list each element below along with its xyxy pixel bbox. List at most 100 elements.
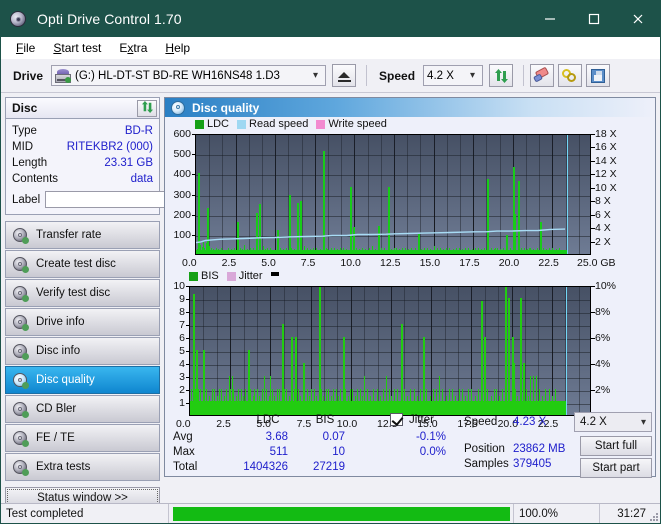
y2-axis-tick <box>591 214 595 216</box>
y2-axis-tick <box>591 147 595 149</box>
disc-icon <box>13 256 29 273</box>
disc-icon <box>171 100 185 115</box>
jitter-range-marker <box>270 272 279 276</box>
start-full-button[interactable]: Start full <box>580 436 652 456</box>
sidebar-item-label: Create test disc <box>36 258 116 270</box>
stats-panel: LDC BIS Jitter Avg 3.68 0.07 -0.1% Max 5… <box>165 410 655 478</box>
save-button[interactable] <box>586 64 611 87</box>
legend-entry: Jitter <box>226 270 263 282</box>
drive-select-value: (G:) HL-DT-ST BD-RE WH16NS48 1.D3 <box>75 69 280 82</box>
sidebar-item-create-test-disc[interactable]: Create test disc <box>5 250 160 278</box>
sidebar-item-cd-bler[interactable]: CD Bler <box>5 395 160 423</box>
stats-total-bis: 27219 <box>313 461 345 473</box>
y-axis-tick-label: 5 <box>179 345 185 357</box>
disc-row-type: Type BD-R <box>12 123 153 139</box>
chevron-down-icon: ▾ <box>640 416 646 428</box>
sidebar-item-extra-tests[interactable]: Extra tests <box>5 453 160 481</box>
eject-button[interactable] <box>332 64 357 87</box>
ldc-chart-legend: LDC Read speed Write speed <box>195 118 391 130</box>
close-icon[interactable] <box>616 1 660 37</box>
y-axis-tick <box>186 403 189 404</box>
y2-axis-tick <box>591 201 595 203</box>
sidebar-item-label: FE / TE <box>36 432 75 444</box>
minimize-icon[interactable] <box>528 1 572 37</box>
jitter-checkbox[interactable] <box>390 413 403 426</box>
sidebar-item-verify-test-disc[interactable]: Verify test disc <box>5 279 160 307</box>
status-message: Test completed <box>1 503 169 523</box>
stats-avg-jitter: -0.1% <box>415 431 446 443</box>
test-speed-select[interactable]: 4.2 X ▾ <box>574 412 652 432</box>
eject-icon <box>338 72 351 78</box>
menu-help[interactable]: Help <box>156 39 199 57</box>
sidebar-item-drive-info[interactable]: Drive info <box>5 308 160 336</box>
stats-max-jitter: 0.0% <box>419 446 446 458</box>
disc-row-value: BD-R <box>124 125 153 137</box>
stats-row-total-label: Total <box>173 461 198 473</box>
y-axis-tick <box>186 377 189 378</box>
menu-extra[interactable]: Extra <box>110 39 156 57</box>
y-axis-tick-label: 7 <box>179 319 185 331</box>
y2-axis-tick-label: 6 X <box>595 208 611 221</box>
sidebar-item-disc-quality[interactable]: Disc quality <box>5 366 160 394</box>
y2-axis-tick <box>591 241 595 243</box>
y-axis-tick-label: 10 <box>173 280 185 292</box>
bis-chart: BIS Jitter 1 2 3 4 5 6 7 8 9 10 2% 4% 6% 8% 10% 0.0 2.5 5.… <box>165 269 655 430</box>
y-axis-tick-label: 500 <box>173 148 191 161</box>
position-stat-value: 23862 MB <box>513 443 566 455</box>
x-axis-tick-label: 10.0 <box>340 257 361 269</box>
disc-refresh-button[interactable] <box>137 100 157 117</box>
legend-label: Read speed <box>249 118 309 130</box>
y2-axis-tick <box>591 312 595 313</box>
menu-file[interactable]: FFileile <box>7 39 44 57</box>
sidebar-item-transfer-rate[interactable]: Transfer rate <box>5 221 160 249</box>
speed-select[interactable]: 4.2 X ▾ <box>423 65 484 86</box>
progress-percent: 100.0% <box>514 503 600 523</box>
sidebar-item-disc-info[interactable]: Disc info <box>5 337 160 365</box>
legend-entry: Read speed <box>237 118 308 130</box>
erase-button[interactable] <box>530 64 555 87</box>
window-title: Opti Drive Control 1.70 <box>37 11 182 27</box>
start-part-button[interactable]: Start part <box>580 458 652 478</box>
disc-row-contents: Contents data <box>12 171 153 187</box>
y2-axis-tick-label: 16 X <box>595 141 617 154</box>
menu-bar: FFileile Start test Extra Help <box>1 37 660 59</box>
legend-swatch-icon <box>195 119 204 129</box>
x-axis-tick-label: 22.5 <box>538 257 559 269</box>
resize-grip-icon[interactable] <box>647 510 658 521</box>
y-axis-tick <box>186 351 189 352</box>
sidebar-item-fe-te[interactable]: FE / TE <box>5 424 160 452</box>
y-axis-tick-label: 3 <box>179 371 185 383</box>
y-axis-tick-label: 100 <box>173 228 191 241</box>
samples-stat-value: 379405 <box>513 458 552 470</box>
drive-select[interactable]: (G:) HL-DT-ST BD-RE WH16NS48 1.D3 ▾ <box>51 65 327 86</box>
disc-row-value: data <box>130 173 153 185</box>
y-axis-tick-label: 300 <box>173 188 191 201</box>
floppy-save-icon <box>591 68 606 83</box>
x-axis-tick-label: 5.0 <box>261 257 276 269</box>
menu-start-test[interactable]: Start test <box>44 39 110 57</box>
sidebar-item-label: Verify test disc <box>36 287 111 299</box>
stats-row-avg-label: Avg <box>173 431 193 443</box>
chain-button[interactable] <box>558 64 583 87</box>
x-axis-tick-label: 20.0 <box>498 257 520 269</box>
disc-row-value: RITEKBR2 (000) <box>66 141 153 153</box>
legend-label: Write speed <box>328 118 387 130</box>
disc-icon <box>13 227 29 244</box>
eraser-icon <box>533 66 550 83</box>
app-disc-icon <box>10 10 28 28</box>
stats-col-ldc: LDC <box>256 414 280 426</box>
disc-row-label: Length <box>12 157 48 169</box>
result-panel: Disc quality LDC Read speed Write speed 10… <box>164 97 656 478</box>
y-axis-tick-label: 6 <box>179 332 185 344</box>
progress-bar-fill <box>173 506 510 521</box>
title-bar: Opti Drive Control 1.70 <box>1 1 660 37</box>
y2-axis-tick <box>591 134 595 135</box>
disc-panel-title: Disc <box>12 101 38 115</box>
refresh-button[interactable] <box>489 64 514 87</box>
y2-axis-tick <box>591 286 595 287</box>
refresh-arrows-icon <box>141 101 154 116</box>
y2-axis-tick-label: 10 X <box>595 181 617 194</box>
sidebar-item-label: Drive info <box>36 316 85 328</box>
optical-drive-icon <box>55 68 72 83</box>
maximize-icon[interactable] <box>572 1 616 37</box>
